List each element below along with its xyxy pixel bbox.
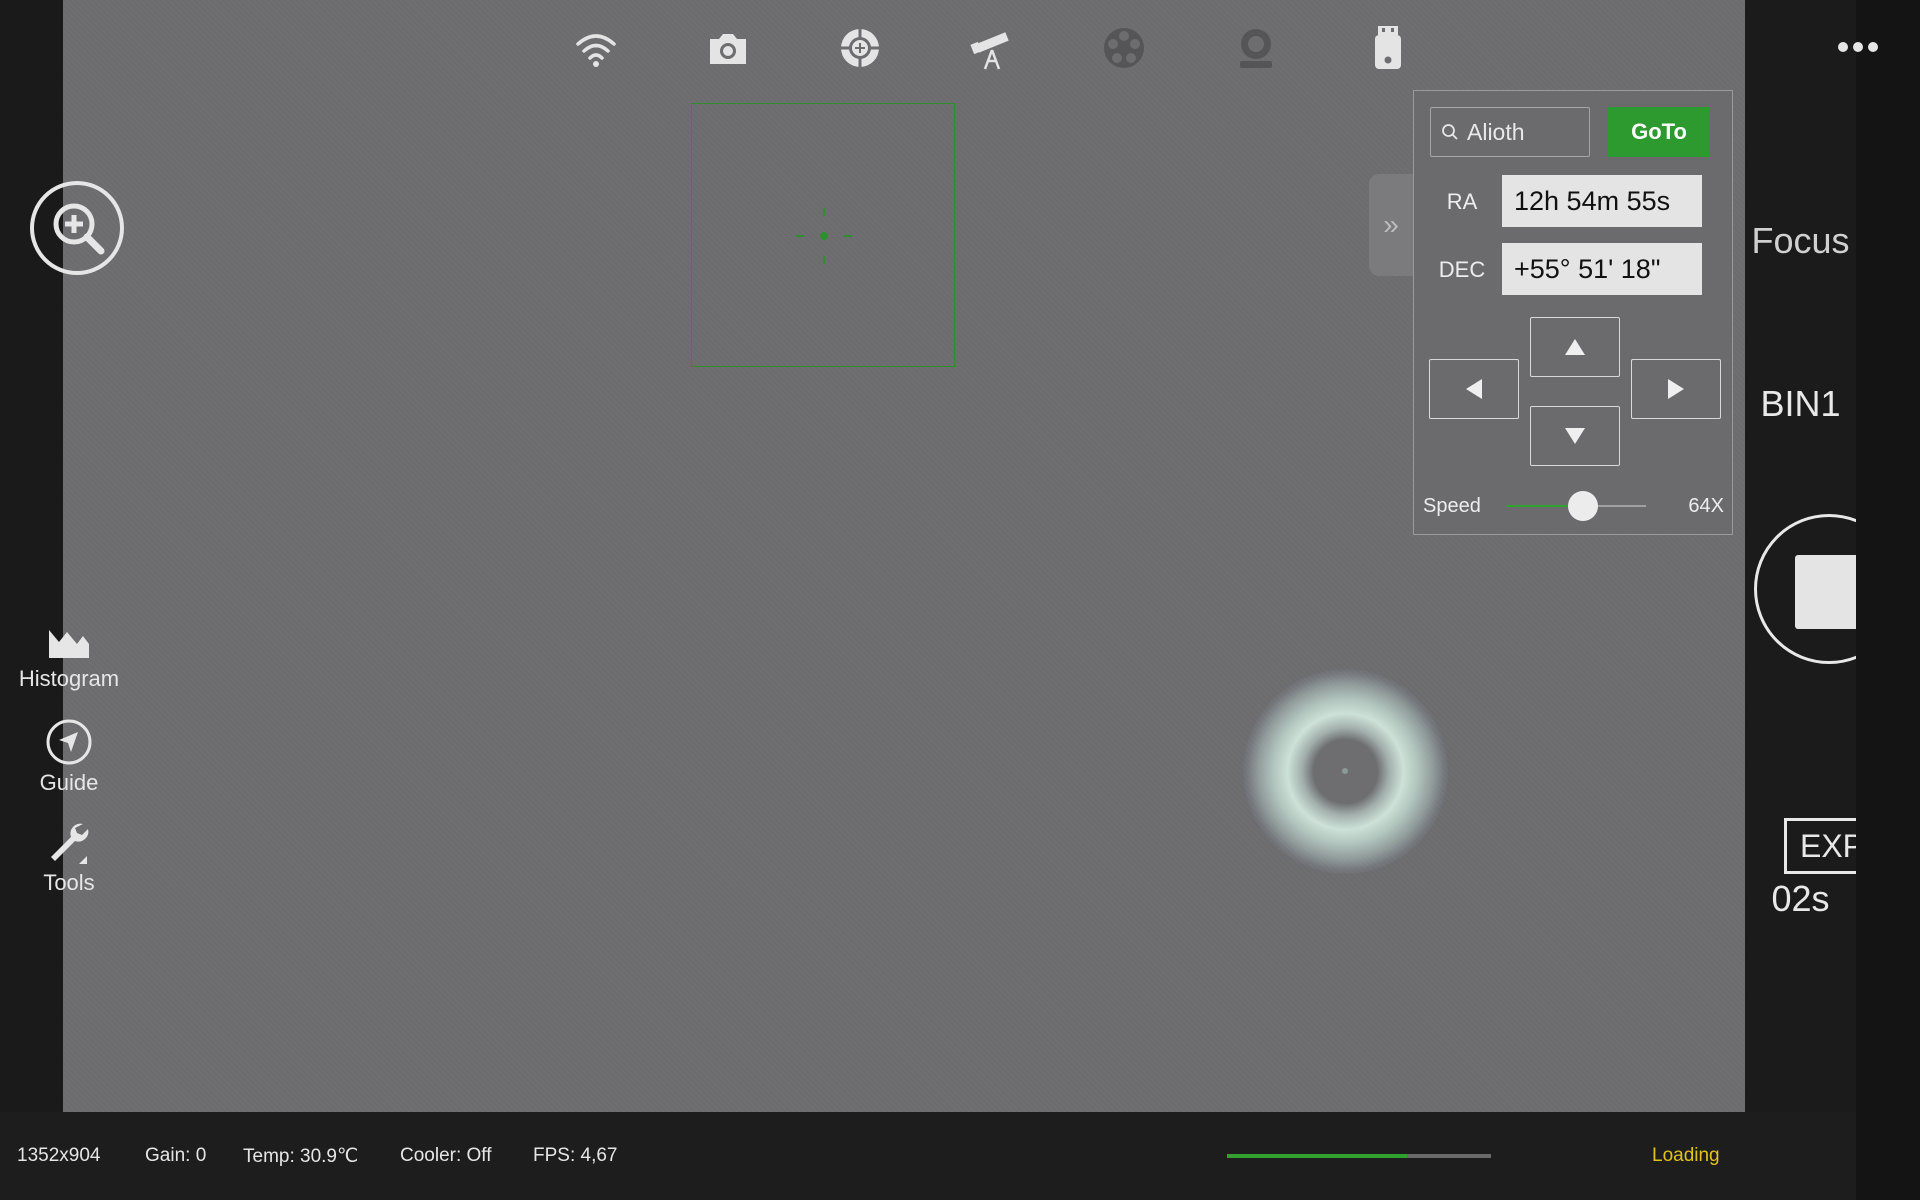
exposure-value: 02s xyxy=(1771,878,1830,919)
usb-drive-icon[interactable] xyxy=(1322,24,1454,72)
loading-progress-bar xyxy=(1227,1154,1491,1158)
arrow-right-icon xyxy=(1668,379,1684,399)
guide-button[interactable]: Guide xyxy=(0,718,138,796)
star-image xyxy=(1243,669,1448,874)
collapse-chevron-icon: » xyxy=(1383,209,1399,240)
top-toolbar xyxy=(530,24,1454,72)
crosshair-icon[interactable] xyxy=(794,24,926,72)
focus-reticle-icon xyxy=(796,208,852,264)
dec-field[interactable]: +55° 51' 18" xyxy=(1502,243,1702,295)
fps-text: FPS: 4,67 xyxy=(533,1145,618,1166)
target-search-value: Alioth xyxy=(1467,118,1525,145)
arrow-left-icon xyxy=(1466,379,1482,399)
ra-label: RA xyxy=(1446,189,1478,214)
goto-panel: Alioth GoTo RA 12h 54m 55s DEC +55° 51' … xyxy=(1413,90,1733,535)
resolution-text: 1352x904 xyxy=(17,1145,101,1166)
telescope-icon[interactable] xyxy=(926,24,1058,72)
loading-status: Loading xyxy=(1652,1145,1720,1166)
tools-button[interactable]: Tools xyxy=(0,818,138,896)
histogram-icon xyxy=(49,630,89,658)
ra-field[interactable]: 12h 54m 55s xyxy=(1502,175,1702,227)
gain-text: Gain: 0 xyxy=(145,1145,207,1166)
guide-icon xyxy=(46,719,92,765)
arrow-up-icon xyxy=(1565,339,1585,355)
zoom-in-icon[interactable] xyxy=(29,180,125,276)
right-rail: Focus BIN1 EXP 02s xyxy=(1745,0,1904,1200)
dec-label: DEC xyxy=(1438,257,1486,282)
focuser-icon[interactable] xyxy=(1190,24,1322,72)
search-icon xyxy=(1442,124,1458,140)
focus-button[interactable]: Focus xyxy=(1745,220,1856,262)
speed-slider[interactable] xyxy=(1506,491,1646,521)
more-menu-icon[interactable] xyxy=(1838,42,1878,52)
histogram-label: Histogram xyxy=(18,666,120,691)
wrench-icon xyxy=(51,823,89,864)
arrow-down-icon xyxy=(1565,428,1585,444)
wifi-icon[interactable] xyxy=(530,24,662,72)
loading-progress-fill xyxy=(1227,1154,1407,1158)
move-down-button[interactable] xyxy=(1530,406,1620,466)
guide-label: Guide xyxy=(39,770,99,795)
target-search-input[interactable]: Alioth xyxy=(1430,107,1590,157)
cooler-text: Cooler: Off xyxy=(400,1145,492,1166)
move-left-button[interactable] xyxy=(1429,359,1519,419)
filter-wheel-icon[interactable] xyxy=(1058,24,1190,72)
speed-label: Speed xyxy=(1423,495,1481,517)
bin-button[interactable]: BIN1 xyxy=(1745,383,1856,425)
move-up-button[interactable] xyxy=(1530,317,1620,377)
tools-label: Tools xyxy=(43,870,95,895)
move-right-button[interactable] xyxy=(1631,359,1721,419)
camera-icon[interactable] xyxy=(662,24,794,72)
temp-text: Temp: 30.9℃ xyxy=(243,1146,359,1167)
right-edge xyxy=(1856,0,1920,1200)
speed-slider-thumb[interactable] xyxy=(1568,491,1598,521)
speed-value: 64X xyxy=(1688,495,1724,517)
left-rail xyxy=(0,0,63,1112)
goto-button[interactable]: GoTo xyxy=(1608,107,1710,157)
panel-collapse-button[interactable]: » xyxy=(1369,174,1413,276)
focus-frame[interactable] xyxy=(691,103,955,367)
histogram-button[interactable]: Histogram xyxy=(0,622,138,692)
star-core xyxy=(1342,768,1348,774)
